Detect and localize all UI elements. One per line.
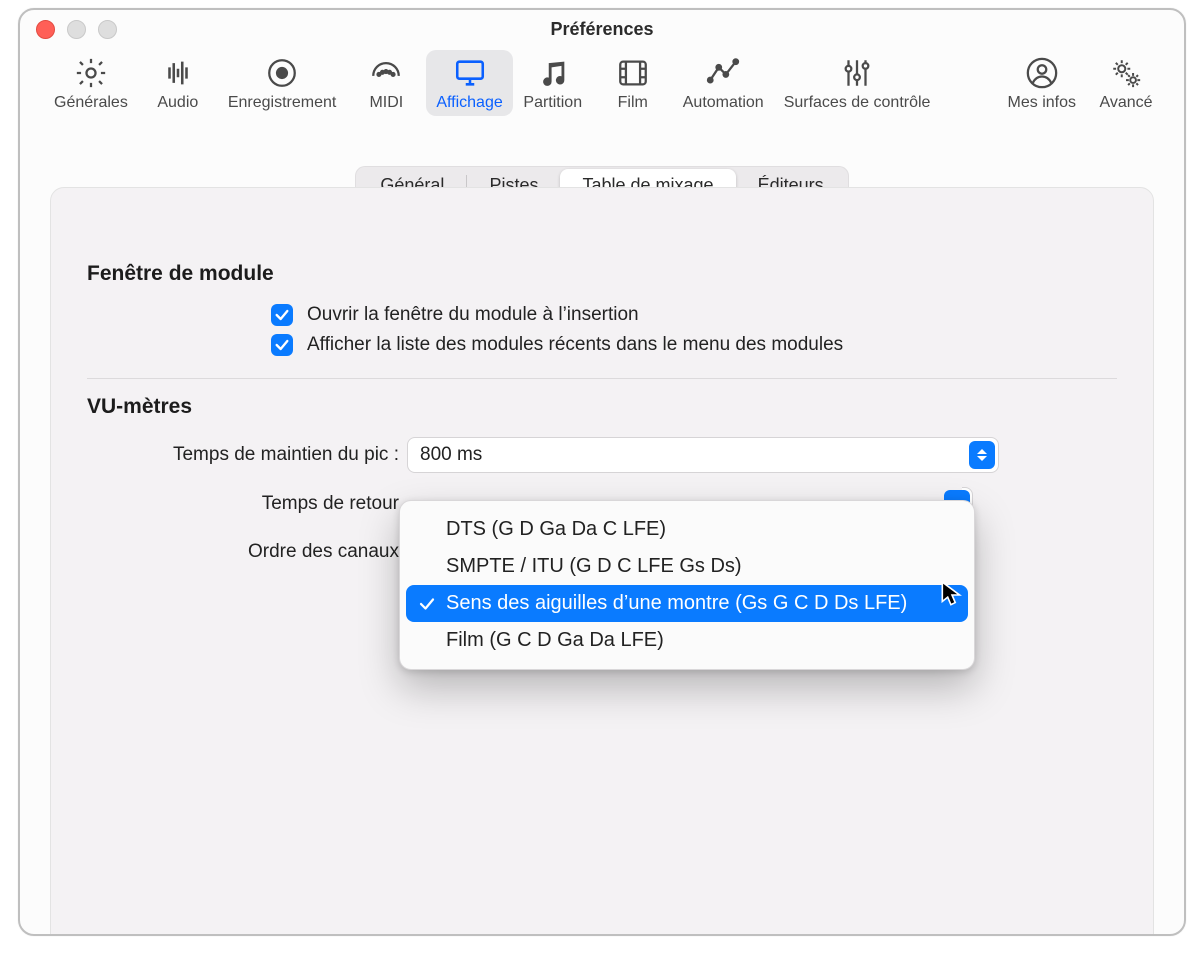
gears-icon xyxy=(1108,54,1144,92)
cursor-icon xyxy=(941,581,963,609)
tab-display[interactable]: Affichage xyxy=(426,50,512,116)
checkbox-show-recent-plugins[interactable] xyxy=(271,334,293,356)
checkbox-label: Ouvrir la fenêtre du module à l’insertio… xyxy=(307,304,639,326)
tab-label: Générales xyxy=(54,94,128,112)
checkbox-open-plugin-on-insert[interactable] xyxy=(271,304,293,326)
tab-my-info[interactable]: Mes infos xyxy=(998,50,1086,116)
settings-panel: Fenêtre de module Ouvrir la fenêtre du m… xyxy=(50,187,1154,936)
checkbox-show-recent-plugins-row: Afficher la liste des modules récents da… xyxy=(87,334,1117,356)
select-value: 800 ms xyxy=(420,444,482,466)
film-icon xyxy=(616,54,650,92)
tab-label: Automation xyxy=(683,94,764,112)
tab-label: Mes infos xyxy=(1008,94,1076,112)
gear-icon xyxy=(74,54,108,92)
label-channel-order: Ordre des canaux xyxy=(87,541,407,563)
tab-film[interactable]: Film xyxy=(593,50,673,116)
section-title-vu-meters: VU-mètres xyxy=(87,395,1117,419)
tab-midi[interactable]: MIDI xyxy=(346,50,426,116)
titlebar: Préférences xyxy=(20,10,1184,48)
tab-general[interactable]: Générales xyxy=(44,50,138,116)
checkbox-open-plugin-on-insert-row: Ouvrir la fenêtre du module à l’insertio… xyxy=(87,304,1117,326)
tab-automation[interactable]: Automation xyxy=(673,50,774,116)
dropdown-option-label: Sens des aiguilles d’une montre (Gs G C … xyxy=(446,592,907,614)
tab-score[interactable]: Partition xyxy=(513,50,593,116)
dropdown-option-dts[interactable]: DTS (G D Ga Da C LFE) xyxy=(406,511,968,548)
channel-order-dropdown: DTS (G D Ga Da C LFE) SMPTE / ITU (G D C… xyxy=(399,500,975,670)
tab-advanced[interactable]: Avancé xyxy=(1086,50,1166,116)
display-icon xyxy=(453,54,487,92)
label-peak-hold-time: Temps de maintien du pic : xyxy=(87,444,407,466)
sliders-icon xyxy=(840,54,874,92)
dropdown-option-clockwise[interactable]: Sens des aiguilles d’une montre (Gs G C … xyxy=(406,585,968,622)
window-title: Préférences xyxy=(20,19,1184,40)
tab-label: Affichage xyxy=(436,94,502,112)
tab-label: Film xyxy=(618,94,648,112)
automation-icon xyxy=(705,54,741,92)
dropdown-option-film[interactable]: Film (G C D Ga Da LFE) xyxy=(406,622,968,659)
section-title-plugin-window: Fenêtre de module xyxy=(87,262,1117,286)
tab-recording[interactable]: Enregistrement xyxy=(218,50,347,116)
tab-label: Surfaces de contrôle xyxy=(784,94,931,112)
chevron-up-down-icon xyxy=(969,441,995,469)
music-notes-icon xyxy=(536,54,570,92)
preferences-window: Préférences Générales Audio Enregistreme… xyxy=(18,8,1186,936)
dropdown-option-smpte[interactable]: SMPTE / ITU (G D C LFE Gs Ds) xyxy=(406,548,968,585)
tab-label: MIDI xyxy=(369,94,403,112)
tab-audio[interactable]: Audio xyxy=(138,50,218,116)
tab-label: Partition xyxy=(523,94,582,112)
record-icon xyxy=(265,54,299,92)
tab-label: Enregistrement xyxy=(228,94,337,112)
waveform-icon xyxy=(161,54,195,92)
tab-control-surfaces[interactable]: Surfaces de contrôle xyxy=(774,50,941,116)
checkmark-icon xyxy=(418,595,436,613)
section-divider xyxy=(87,378,1117,379)
tab-label: Avancé xyxy=(1099,94,1152,112)
midi-icon xyxy=(369,54,403,92)
checkbox-label: Afficher la liste des modules récents da… xyxy=(307,334,843,356)
tab-label: Audio xyxy=(157,94,198,112)
preferences-toolbar: Générales Audio Enregistrement MIDI xyxy=(20,48,1184,126)
select-peak-hold-time[interactable]: 800 ms xyxy=(407,437,999,473)
person-circle-icon xyxy=(1025,54,1059,92)
label-return-time: Temps de retour xyxy=(87,493,407,515)
